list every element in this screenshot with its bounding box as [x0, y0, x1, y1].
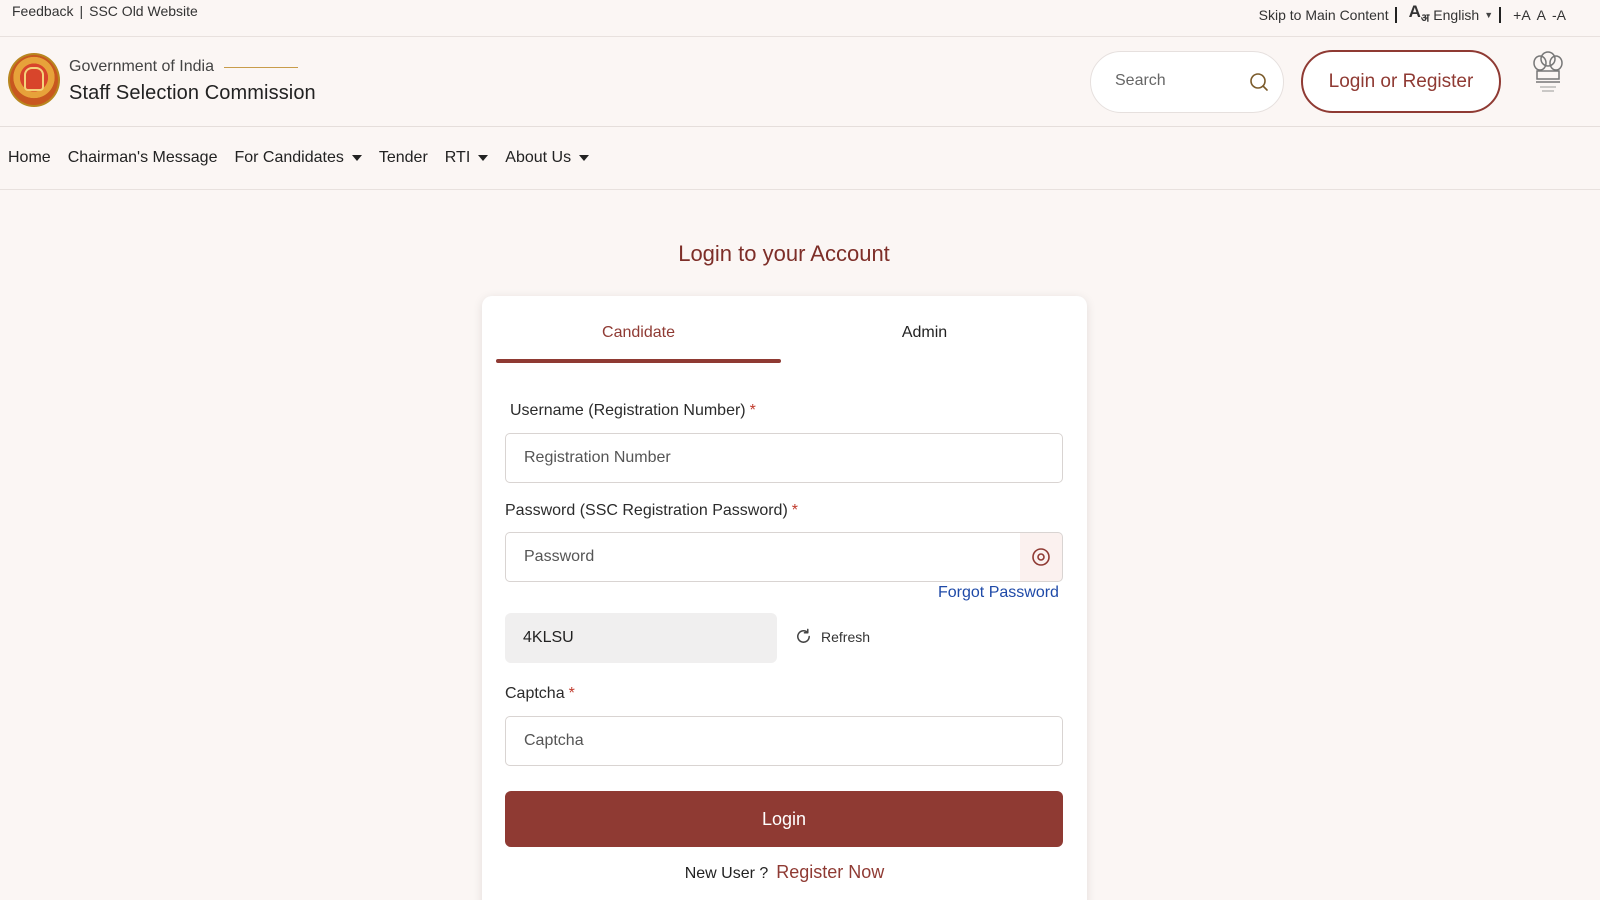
refresh-label: Refresh	[821, 628, 871, 645]
feedback-link[interactable]: Feedback	[12, 3, 73, 19]
utility-bar: Feedback | SSC Old Website Skip to Main …	[0, 0, 1600, 37]
nav-label: Chairman's Message	[67, 149, 218, 166]
language-label: English	[1433, 6, 1480, 23]
site-header: Government of India Staff Selection Comm…	[0, 37, 1600, 127]
captcha-input[interactable]	[505, 716, 1063, 766]
login-register-button[interactable]: Login or Register	[1301, 50, 1501, 113]
chevron-down-icon: ▼	[1484, 9, 1494, 20]
password-label-text: Password (SSC Registration Password)	[505, 502, 788, 519]
new-user-text: New User ?	[684, 865, 769, 882]
nav-item-rti[interactable]: RTI	[444, 149, 489, 167]
username-input[interactable]	[505, 433, 1063, 483]
page-title: Login to your Account	[678, 241, 890, 266]
language-select[interactable]: English ▼	[1433, 7, 1493, 23]
skip-main-link[interactable]: Skip to Main Content	[1259, 7, 1389, 23]
nav-label: About Us	[505, 149, 572, 166]
eye-icon	[1032, 548, 1050, 566]
required-mark: *	[791, 502, 798, 519]
language-icon: Aअ	[1408, 2, 1430, 25]
org-title[interactable]: Staff Selection Commission	[69, 82, 316, 105]
refresh-captcha-button[interactable]: Refresh	[794, 627, 870, 646]
required-mark: *	[568, 685, 575, 702]
old-website-link[interactable]: SSC Old Website	[89, 3, 198, 19]
nav-item-tender[interactable]: Tender	[379, 149, 428, 167]
org-subtitle-text: Government of India	[69, 58, 214, 75]
main-nav: Home Chairman's Message For Candidates T…	[0, 127, 1600, 190]
active-tab-indicator	[496, 359, 781, 363]
org-subtitle: Government of India	[69, 58, 298, 76]
new-user-row: New User ? Register Now	[482, 862, 1087, 883]
captcha-image: 4KLSU	[505, 613, 777, 663]
font-increase-button[interactable]: +A	[1513, 7, 1531, 23]
font-decrease-button[interactable]: -A	[1552, 7, 1566, 23]
nav-label: Home	[8, 149, 51, 166]
caret-down-icon	[478, 155, 489, 161]
nav-label: RTI	[444, 149, 471, 166]
register-now-link[interactable]: Register Now	[776, 862, 884, 882]
tab-candidate[interactable]: Candidate	[496, 324, 781, 342]
ssc-logo[interactable]	[8, 53, 60, 107]
font-normal-button[interactable]: A	[1537, 7, 1546, 23]
nav-label: For Candidates	[234, 149, 344, 166]
search-input[interactable]	[1115, 72, 1235, 90]
captcha-label-text: Captcha	[505, 685, 565, 702]
utility-divider	[1394, 6, 1397, 23]
logo-emblem-icon	[24, 67, 44, 91]
utility-controls: Skip to Main Content Aअ English ▼ +A A -…	[1259, 2, 1566, 26]
login-card: Candidate Admin Username (Registration N…	[482, 296, 1087, 900]
utility-links: Feedback | SSC Old Website	[12, 3, 198, 19]
show-password-button[interactable]	[1020, 532, 1063, 582]
utility-divider	[1499, 6, 1502, 23]
forgot-password-link[interactable]: Forgot Password	[938, 584, 1059, 602]
caret-down-icon	[351, 155, 362, 161]
refresh-icon	[797, 628, 810, 643]
password-input[interactable]	[505, 532, 1021, 582]
nav-item-for-candidates[interactable]: For Candidates	[234, 149, 362, 167]
utility-separator: |	[79, 3, 84, 19]
search-icon[interactable]	[1249, 72, 1269, 92]
nav-label: Tender	[378, 149, 428, 166]
username-label-text: Username (Registration Number)	[510, 402, 746, 419]
search-box	[1090, 51, 1284, 113]
tab-admin[interactable]: Admin	[782, 324, 1067, 342]
decorative-line	[223, 66, 298, 68]
required-mark: *	[749, 402, 756, 419]
password-label: Password (SSC Registration Password) *	[505, 502, 798, 520]
national-emblem-icon	[1533, 51, 1563, 92]
nav-item-home[interactable]: Home	[8, 149, 51, 167]
login-button[interactable]: Login	[505, 791, 1063, 847]
captcha-label: Captcha *	[505, 685, 575, 703]
caret-down-icon	[579, 155, 590, 161]
username-label: Username (Registration Number) *	[510, 402, 756, 420]
nav-item-chairmans-message[interactable]: Chairman's Message	[68, 149, 218, 167]
nav-item-about-us[interactable]: About Us	[505, 149, 590, 167]
